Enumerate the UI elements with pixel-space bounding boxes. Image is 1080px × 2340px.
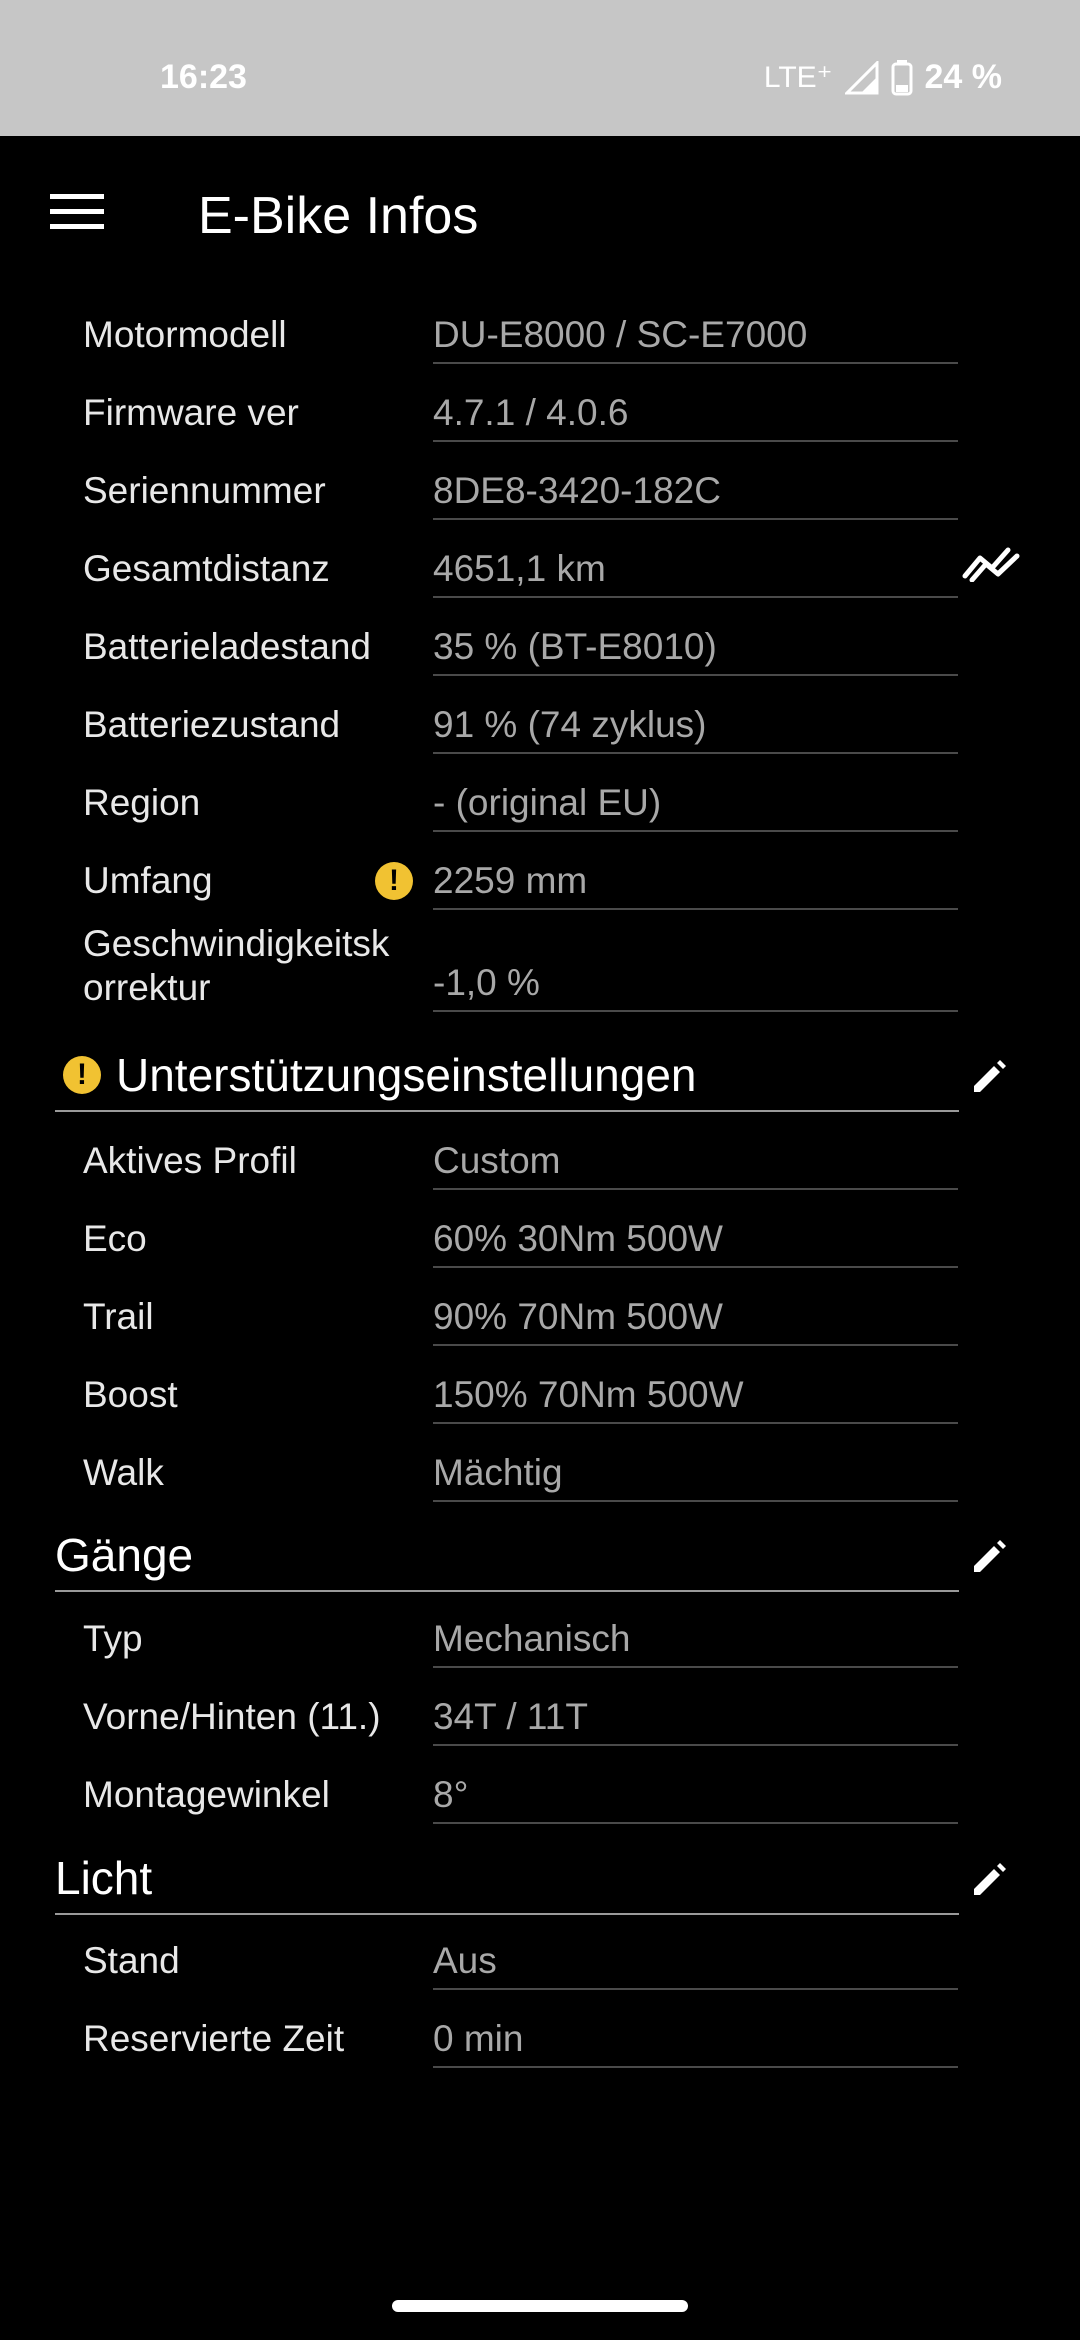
row-value: 60% 30Nm 500W: [433, 1218, 958, 1268]
section-support: ! Unterstützungseinstellungen: [0, 1040, 1080, 1120]
row-label: Stand: [83, 1940, 180, 1981]
light-row-reservierte-zeit[interactable]: Reservierte Zeit 0 min: [0, 2000, 1080, 2078]
edit-pencil-icon[interactable]: [970, 1536, 1010, 1576]
battery-icon: [891, 59, 912, 95]
row-label: Trail: [83, 1296, 154, 1337]
status-icons: LTE⁺ 24 %: [764, 58, 1002, 97]
row-label: Eco: [83, 1218, 147, 1259]
row-value: 4651,1 km: [433, 548, 958, 598]
info-row-batteriezustand[interactable]: Batteriezustand 91 % (74 zyklus): [0, 686, 1080, 764]
section-divider: [55, 1110, 959, 1112]
row-value: DU-E8000 / SC-E7000: [433, 314, 958, 364]
row-value: 8DE8-3420-182C: [433, 470, 958, 520]
signal-icon: [844, 60, 878, 94]
light-row-stand[interactable]: Stand Aus: [0, 1922, 1080, 2000]
support-row-trail[interactable]: Trail 90% 70Nm 500W: [0, 1278, 1080, 1356]
row-value: -1,0 %: [433, 962, 958, 1012]
gears-row-typ[interactable]: Typ Mechanisch: [0, 1600, 1080, 1678]
row-value: 91 % (74 zyklus): [433, 704, 958, 754]
row-label: Batteriezustand: [83, 704, 341, 745]
row-value: 4.7.1 / 4.0.6: [433, 392, 958, 442]
support-row-aktives-profil[interactable]: Aktives Profil Custom: [0, 1122, 1080, 1200]
warning-icon: !: [375, 862, 413, 900]
row-label-text: Geschwindigkeitsk orrektur: [83, 923, 390, 1008]
info-row-umfang[interactable]: Umfang ! 2259 mm: [0, 842, 1080, 920]
gears-row-vorne-hinten[interactable]: Vorne/Hinten (11.) 34T / 11T: [0, 1678, 1080, 1756]
row-label: Boost: [83, 1374, 178, 1415]
section-light: Licht: [0, 1843, 1080, 1923]
status-bar: 16:23 LTE⁺ 24 %: [0, 0, 1080, 136]
edit-pencil-icon[interactable]: [970, 1056, 1010, 1096]
row-value: 150% 70Nm 500W: [433, 1374, 958, 1424]
status-time: 16:23: [160, 58, 247, 96]
row-value: - (original EU): [433, 782, 958, 832]
row-label: Seriennummer: [83, 470, 326, 511]
row-label: Region: [83, 782, 201, 823]
section-divider: [55, 1590, 959, 1592]
support-row-walk[interactable]: Walk Mächtig: [0, 1434, 1080, 1512]
row-label: Gesamtdistanz: [83, 548, 330, 589]
row-label: Reservierte Zeit: [83, 2018, 345, 2059]
page-title: E-Bike Infos: [198, 187, 479, 245]
row-value: Mechanisch: [433, 1618, 958, 1668]
info-row-geschwindigkeitskorrektur[interactable]: Geschwindigkeitsk orrektur -1,0 %: [0, 920, 1080, 1024]
info-row-firmware[interactable]: Firmware ver 4.7.1 / 4.0.6: [0, 374, 1080, 452]
section-title: Gänge: [55, 1529, 194, 1581]
row-value: Custom: [433, 1140, 958, 1190]
row-label: Batterieladestand: [83, 626, 371, 667]
hamburger-menu-icon[interactable]: [50, 192, 104, 232]
row-label: Umfang: [83, 860, 213, 901]
row-label: Montagewinkel: [83, 1774, 330, 1815]
row-value: 0 min: [433, 2018, 958, 2068]
info-row-seriennummer[interactable]: Seriennummer 8DE8-3420-182C: [0, 452, 1080, 530]
row-label: Vorne/Hinten (11.): [83, 1696, 381, 1737]
row-label: Aktives Profil: [83, 1140, 297, 1181]
row-value: 34T / 11T: [433, 1696, 958, 1746]
row-label: Motormodell: [83, 314, 287, 355]
row-label: Firmware ver: [83, 392, 299, 433]
app-bar: E-Bike Infos: [0, 136, 1080, 296]
info-row-batterieladestand[interactable]: Batterieladestand 35 % (BT-E8010): [0, 608, 1080, 686]
row-value: Mächtig: [433, 1452, 958, 1502]
row-value: 8°: [433, 1774, 958, 1824]
gears-row-montagewinkel[interactable]: Montagewinkel 8°: [0, 1756, 1080, 1834]
battery-percent: 24 %: [924, 58, 1003, 96]
section-gears: Gänge: [0, 1520, 1080, 1600]
row-value: Aus: [433, 1940, 958, 1990]
section-title: Unterstützungseinstellungen: [116, 1049, 697, 1101]
info-row-region[interactable]: Region - (original EU): [0, 764, 1080, 842]
row-label: Typ: [83, 1618, 143, 1659]
network-type: LTE⁺: [763, 61, 833, 94]
info-row-gesamtdistanz[interactable]: Gesamtdistanz 4651,1 km: [0, 530, 1080, 608]
section-title: Licht: [55, 1852, 153, 1904]
support-row-eco[interactable]: Eco 60% 30Nm 500W: [0, 1200, 1080, 1278]
row-label: Geschwindigkeitsk orrektur: [83, 922, 389, 1010]
row-value: 2259 mm: [433, 860, 958, 910]
info-row-motormodell[interactable]: Motormodell DU-E8000 / SC-E7000: [0, 296, 1080, 374]
trend-chart-icon[interactable]: [962, 542, 1020, 582]
row-value: 90% 70Nm 500W: [433, 1296, 958, 1346]
warning-icon: !: [63, 1056, 101, 1094]
section-divider: [55, 1913, 959, 1915]
row-label: Walk: [83, 1452, 164, 1493]
edit-pencil-icon[interactable]: [970, 1859, 1010, 1899]
support-row-boost[interactable]: Boost 150% 70Nm 500W: [0, 1356, 1080, 1434]
home-indicator[interactable]: [392, 2300, 688, 2312]
row-value: 35 % (BT-E8010): [433, 626, 958, 676]
